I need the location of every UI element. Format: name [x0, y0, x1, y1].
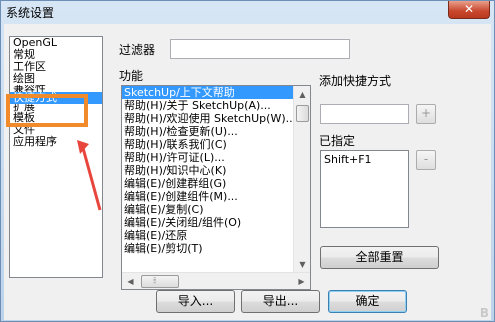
window-title: 系统设置: [6, 6, 55, 20]
function-item[interactable]: 编辑(E)/剪切(T): [122, 242, 294, 255]
function-item[interactable]: 编辑(E)/创建群组(G): [122, 177, 294, 190]
function-item[interactable]: 帮助(H)/知识中心(K): [122, 164, 294, 177]
function-item[interactable]: 帮助(H)/关于 SketchUp(A)...: [122, 99, 294, 112]
close-button[interactable]: ✕: [448, 1, 490, 19]
function-item[interactable]: 编辑(E)/还原: [122, 229, 294, 242]
shortcut-input[interactable]: [320, 104, 409, 124]
category-item-drawing[interactable]: 绘图: [10, 73, 102, 85]
export-button[interactable]: 导出...: [241, 290, 320, 313]
assigned-shortcuts-list[interactable]: Shift+F1: [320, 150, 409, 228]
function-item[interactable]: 编辑(E)/创建组件(M)...: [122, 190, 294, 203]
functions-list[interactable]: SketchUp/上下文帮助 帮助(H)/关于 SketchUp(A)... 帮…: [121, 85, 311, 290]
remove-shortcut-button[interactable]: -: [416, 150, 436, 170]
add-shortcut-button[interactable]: +: [416, 104, 436, 124]
add-shortcut-label: 添加快捷方式: [319, 74, 392, 88]
annotation-highlight-box: [6, 94, 88, 127]
ok-button[interactable]: 确定: [328, 290, 407, 313]
import-button[interactable]: 导入...: [156, 290, 235, 313]
function-item[interactable]: 编辑(E)/复制(C): [122, 203, 294, 216]
vertical-scroll-thumb[interactable]: [296, 105, 309, 122]
title-bar: 系统设置 ✕: [1, 1, 494, 21]
function-item[interactable]: 编辑(E)/关闭组/组件(O): [122, 216, 294, 229]
scroll-grip-icon: ⦙⦙⦙: [153, 276, 157, 285]
filter-label: 过滤器: [119, 43, 156, 57]
function-item[interactable]: 帮助(H)/许可证(L)...: [122, 151, 294, 164]
functions-vertical-scrollbar[interactable]: ▲ ▼: [293, 86, 310, 273]
annotation-arrow-icon: [77, 140, 102, 211]
settings-dialog: 系统设置 ✕ OpenGL 常规 工作区 绘图 兼容性 快捷方式 扩展 模板 文…: [0, 0, 495, 322]
functions-label: 功能: [119, 69, 144, 83]
filter-input[interactable]: [170, 39, 350, 59]
scroll-right-arrow-icon[interactable]: ▶: [293, 273, 310, 289]
dialog-body: OpenGL 常规 工作区 绘图 兼容性 快捷方式 扩展 模板 文件 应用程序 …: [4, 24, 491, 320]
horizontal-scroll-thumb[interactable]: [141, 275, 179, 288]
scroll-left-arrow-icon[interactable]: ◀: [122, 273, 139, 289]
scroll-up-arrow-icon[interactable]: ▲: [294, 86, 310, 103]
reset-all-button[interactable]: 全部重置: [320, 246, 439, 269]
scroll-down-arrow-icon[interactable]: ▼: [294, 256, 310, 273]
watermark: B: [479, 306, 489, 320]
function-item[interactable]: SketchUp/上下文帮助: [122, 86, 294, 99]
assigned-shortcut-item[interactable]: Shift+F1: [321, 151, 408, 168]
assigned-label: 已指定: [319, 134, 356, 148]
functions-horizontal-scrollbar[interactable]: ◀ ⦙⦙⦙ ▶: [122, 272, 310, 289]
function-item[interactable]: 帮助(H)/联系我们(C): [122, 138, 294, 151]
function-item[interactable]: 帮助(H)/检查更新(U)...: [122, 125, 294, 138]
function-item[interactable]: 帮助(H)/欢迎使用 SketchUp(W)...: [122, 112, 294, 125]
